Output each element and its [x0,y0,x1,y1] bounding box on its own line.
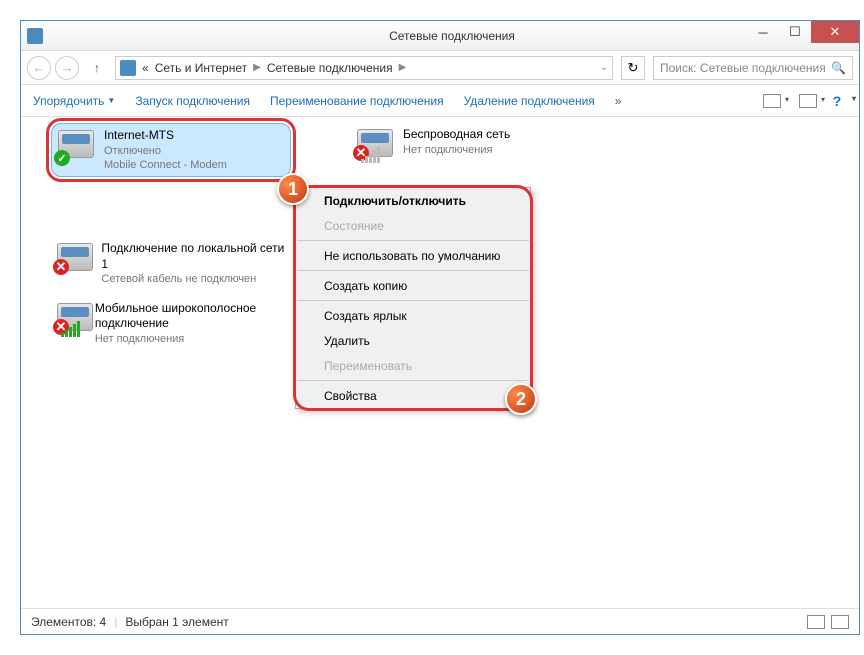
connection-status: Отключено [104,144,227,158]
ctx-connect[interactable]: Подключить/отключить [296,188,530,213]
view-large-button[interactable] [831,615,849,629]
status-bar: Элементов: 4 | Выбран 1 элемент [21,608,859,634]
rename-connection-button[interactable]: Переименование подключения [270,94,444,108]
connection-name: Мобильное широкополосное подключение [95,301,287,332]
connection-detail: Mobile Connect - Modem [104,158,227,172]
close-button[interactable]: ✕ [811,21,859,43]
view-details-button[interactable] [807,615,825,629]
breadcrumb-level1[interactable]: Сеть и Интернет [155,61,247,75]
connection-icon: ✕ [355,127,397,163]
refresh-button[interactable]: ↻ [621,56,645,80]
forward-button[interactable]: → [55,56,79,80]
more-commands-button[interactable]: » [615,94,622,108]
chevron-right-icon: ▶ [253,62,261,73]
location-icon [120,60,136,76]
breadcrumb-prefix: « [142,61,149,75]
back-button[interactable]: ← [27,56,51,80]
separator [297,270,529,271]
connection-name: Internet-MTS [104,128,227,144]
annotation-badge-1: 1 [277,173,309,205]
signal-icon [361,147,380,163]
search-input[interactable]: Поиск: Сетевые подключения 🔍 [653,56,853,80]
maximize-button[interactable]: ☐ [779,21,811,43]
network-connections-window: Сетевые подключения ─ ☐ ✕ ← → ↑ « Сеть и… [20,20,860,635]
chevron-right-icon: ▶ [399,62,407,73]
ctx-nodefault[interactable]: Не использовать по умолчанию [296,243,530,268]
connection-status: Нет подключения [403,143,510,157]
selection-count: Выбран 1 элемент [125,615,228,629]
search-placeholder: Поиск: Сетевые подключения [660,61,831,75]
ctx-delete[interactable]: Удалить [296,328,530,353]
view-options-button[interactable] [763,94,781,108]
connection-icon: ✕ [55,301,89,337]
connection-status: Сетевой кабель не подключен [101,272,287,286]
connection-icon: ✓ [56,128,98,164]
delete-connection-button[interactable]: Удаление подключения [464,94,595,108]
ctx-status: Состояние [296,213,530,238]
signal-icon [61,321,80,337]
separator [297,240,529,241]
start-connection-button[interactable]: Запуск подключения [135,94,250,108]
titlebar: Сетевые подключения ─ ☐ ✕ [21,21,859,51]
annotation-badge-2: 2 [505,383,537,415]
up-button[interactable]: ↑ [87,58,107,78]
address-dropdown-icon[interactable]: ⌄ [600,62,608,73]
separator [297,300,529,301]
preview-pane-button[interactable] [799,94,817,108]
separator: | [114,615,117,629]
organize-button[interactable]: Упорядочить▼ [33,94,115,108]
connection-icon: ✕ [55,241,95,277]
connection-mobile-broadband[interactable]: ✕ Мобильное широкополосное подключение Н… [51,297,291,350]
context-menu: Подключить/отключить Состояние Не исполь… [295,187,531,409]
separator [297,380,529,381]
minimize-button[interactable]: ─ [747,21,779,43]
item-count: Элементов: 4 [31,615,106,629]
connection-wireless[interactable]: ✕ Беспроводная сеть Нет подключения [351,123,591,177]
connection-lan[interactable]: ✕ Подключение по локальной сети 1 Сетево… [51,237,291,290]
breadcrumb-level2[interactable]: Сетевые подключения [267,61,393,75]
connection-status: Нет подключения [95,332,287,346]
checkmark-icon: ✓ [54,150,70,166]
address-bar[interactable]: « Сеть и Интернет ▶ Сетевые подключения … [115,56,613,80]
help-button[interactable]: ? [827,94,847,108]
connection-name: Беспроводная сеть [403,127,510,143]
x-icon: ✕ [53,259,69,275]
chevron-down-icon: ▼ [107,96,115,105]
toolbar: Упорядочить▼ Запуск подключения Переимен… [21,85,859,117]
app-icon [27,28,43,44]
connection-internet-mts[interactable]: ✓ Internet-MTS Отключено Mobile Connect … [51,123,291,177]
connection-name: Подключение по локальной сети 1 [101,241,287,272]
ctx-shortcut[interactable]: Создать ярлык [296,303,530,328]
search-icon: 🔍 [831,61,846,75]
ctx-copy[interactable]: Создать копию [296,273,530,298]
ctx-properties[interactable]: Свойства [296,383,530,408]
window-title: Сетевые подключения [51,29,853,43]
navigation-bar: ← → ↑ « Сеть и Интернет ▶ Сетевые подклю… [21,51,859,85]
ctx-rename: Переименовать [296,353,530,378]
